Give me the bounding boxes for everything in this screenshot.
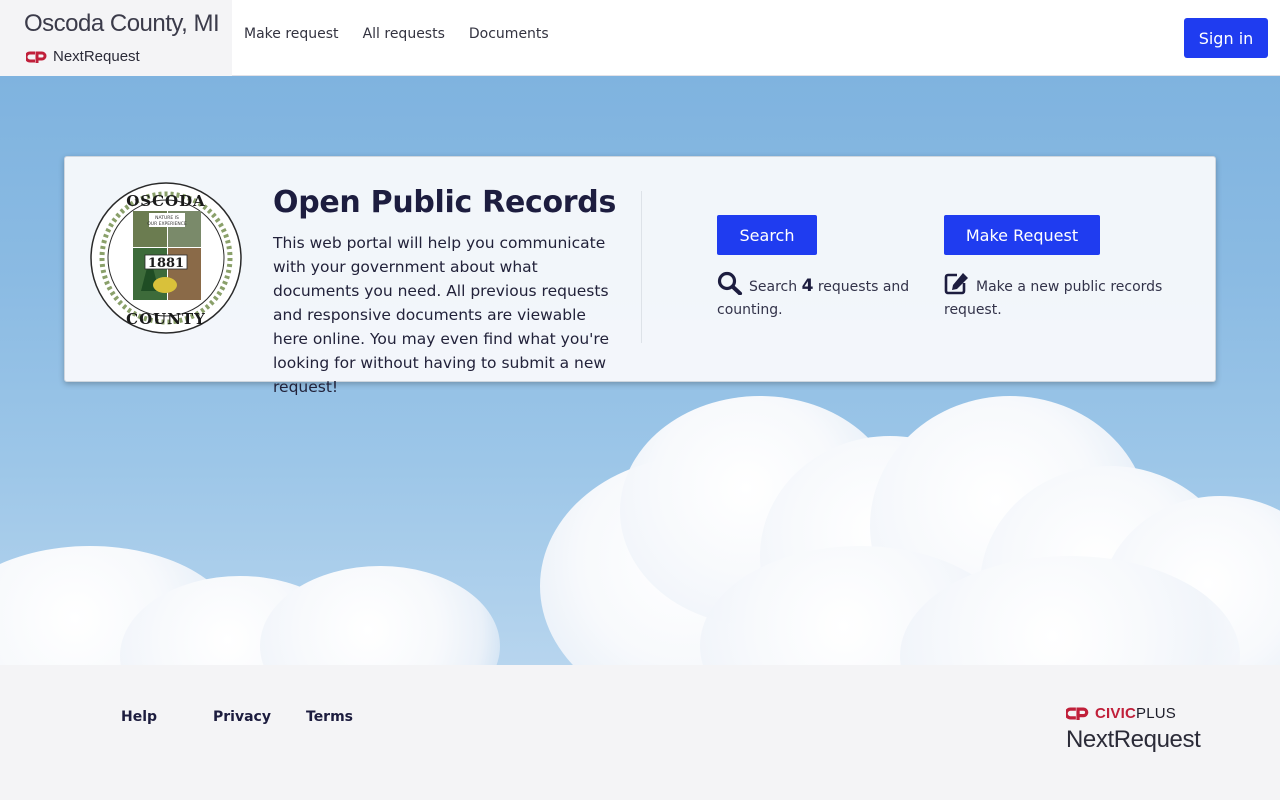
- nav-all-requests[interactable]: All requests: [363, 26, 445, 42]
- intro-description: This web portal will help you communicat…: [273, 234, 609, 396]
- seal-banner-2: OUR EXPERIENCE: [147, 221, 187, 227]
- search-icon: [717, 271, 742, 295]
- site-title[interactable]: Oscoda County, MI: [24, 10, 220, 38]
- search-button[interactable]: Search: [717, 215, 817, 255]
- site-header: Oscoda County, MI NextRequest Make reque…: [0, 0, 1280, 76]
- nav-make-request[interactable]: Make request: [244, 26, 339, 42]
- site-footer: Help Privacy Terms CIVICPLUS NextRequest: [0, 665, 1280, 800]
- seal-banner-1: NATURE IS: [155, 215, 179, 221]
- brand-logo: NextRequest: [26, 48, 140, 65]
- civicplus-logo-icon: [26, 51, 47, 63]
- search-info: Search 4 requests and counting.: [717, 271, 917, 322]
- page-title: Open Public Records: [273, 185, 617, 220]
- card-divider: [641, 191, 642, 343]
- seal-bottom-text: COUNTY: [126, 310, 206, 328]
- search-info-suffix: requests and counting.: [717, 279, 910, 318]
- make-request-button[interactable]: Make Request: [944, 215, 1100, 255]
- civicplus-logo-icon: [1066, 707, 1089, 720]
- footer-terms-link[interactable]: Terms: [306, 709, 353, 725]
- sign-in-button[interactable]: Sign in: [1184, 18, 1268, 58]
- edit-icon: [944, 273, 968, 295]
- civic-brand-text: CIVIC: [1095, 705, 1137, 722]
- brand-block[interactable]: Oscoda County, MI NextRequest: [0, 0, 232, 76]
- seal-top-text: OSCODA: [126, 192, 206, 210]
- civic-plus-text: PLUS: [1136, 705, 1177, 722]
- hero-banner: 1881 NATURE IS OUR EXPERIENCE OSCODA COU…: [0, 76, 1280, 665]
- intro-card: 1881 NATURE IS OUR EXPERIENCE OSCODA COU…: [64, 156, 1216, 396]
- request-count: 4: [801, 276, 814, 296]
- civicplus-branding[interactable]: CIVICPLUS NextRequest: [1066, 705, 1201, 754]
- footer-help-link[interactable]: Help: [121, 709, 157, 725]
- make-request-info: Make a new public records request.: [944, 271, 1174, 322]
- nav-documents[interactable]: Documents: [469, 26, 549, 42]
- footer-product-name: NextRequest: [1066, 726, 1201, 753]
- civicplus-logo: CIVICPLUS: [1066, 705, 1200, 722]
- seal-year: 1881: [148, 256, 184, 271]
- brand-name: NextRequest: [53, 48, 140, 65]
- footer-privacy-link[interactable]: Privacy: [213, 709, 271, 725]
- search-info-prefix: Search: [749, 279, 798, 295]
- make-request-info-text: Make a new public records request.: [944, 279, 1163, 318]
- county-seal-image: 1881 NATURE IS OUR EXPERIENCE OSCODA COU…: [90, 182, 242, 334]
- main-nav: Make request All requests Documents: [244, 26, 549, 42]
